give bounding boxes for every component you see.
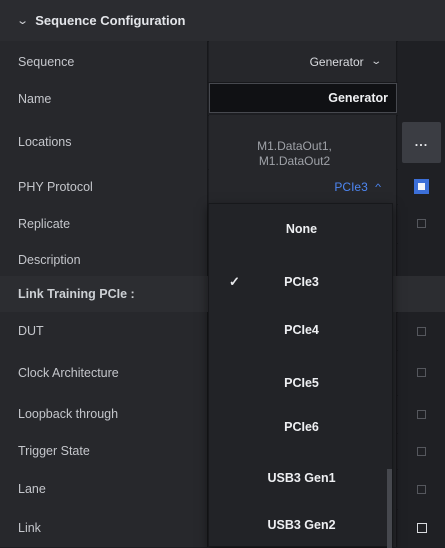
dropdown-option-usb3-gen2[interactable]: USB3 Gen2 [209,510,394,540]
link-extra-cell [398,509,445,547]
dropdown-option-pcie6[interactable]: PCIe6 [209,412,394,442]
phy-protocol-label: PHY Protocol [0,169,208,204]
trigger-state-extra-cell [398,433,445,469]
sequence-label: Sequence [0,41,208,82]
phy-protocol-dropdown: None ✓ PCIe3 PCIe4 PCIe5 PCIe6 USB3 Gen1… [208,203,394,548]
phy-protocol-select[interactable]: PCIe3 ^ [209,169,397,204]
dropdown-option-pcie4[interactable]: PCIe4 [209,315,394,345]
chevron-down-icon: ⌄ [16,15,30,27]
name-label: Name [0,82,208,115]
description-label: Description [0,243,208,276]
clock-architecture-extra-cell [398,350,445,395]
phy-protocol-value: PCIe3 [334,179,368,194]
lane-label: Lane [0,469,208,509]
section-title: Sequence Configuration [35,13,186,28]
locations-value: M1.DataOut1, M1.DataOut2 [209,115,397,169]
chevron-down-icon: ⌄ [369,56,382,67]
trigger-state-label: Trigger State [0,433,208,469]
locations-extra-cell: ... [398,115,445,169]
locations-value-line2: M1.DataOut2 [258,154,331,168]
loopback-checkbox[interactable] [417,409,426,419]
lane-checkbox[interactable] [417,484,426,494]
phy-protocol-extra-cell [398,169,445,204]
dut-checkbox[interactable] [417,326,426,336]
clock-architecture-checkbox[interactable] [417,368,426,377]
name-row: Name [0,82,445,116]
toggle-indicator-icon [418,183,425,190]
locations-label: Locations [0,115,208,169]
locations-row: Locations M1.DataOut1, M1.DataOut2 ... [0,115,445,170]
lane-extra-cell [398,469,445,509]
dropdown-scrollbar[interactable] [387,469,392,548]
loopback-extra-cell [398,395,445,433]
dut-extra-cell [398,312,445,350]
trigger-state-checkbox[interactable] [417,446,426,456]
name-extra-cell [398,82,445,115]
link-label: Link [0,509,208,547]
dropdown-option-none[interactable]: None [209,214,394,244]
name-input[interactable] [209,83,397,113]
sequence-configuration-header[interactable]: ⌄ Sequence Configuration [0,0,445,42]
checkmark-icon: ✓ [229,274,240,289]
dropdown-option-pcie3[interactable]: ✓ PCIe3 [209,267,394,297]
dut-label: DUT [0,312,208,350]
sequence-row: Sequence Generator ⌄ [0,41,445,83]
sequence-select[interactable]: Generator ⌄ [209,41,397,82]
phy-protocol-row: PHY Protocol PCIe3 ^ [0,169,445,205]
link-checkbox[interactable] [416,523,427,533]
sequence-value: Generator [309,54,364,69]
chevron-up-icon: ^ [374,181,381,192]
replicate-label: Replicate [0,204,208,243]
replicate-extra-cell [398,204,445,243]
dropdown-option-usb3-gen1[interactable]: USB3 Gen1 [209,463,394,493]
loopback-label: Loopback through [0,395,208,433]
sequence-extra-cell [398,41,445,82]
browse-locations-button[interactable]: ... [402,121,441,163]
dropdown-option-pcie5[interactable]: PCIe5 [209,368,394,398]
description-extra-cell [398,243,445,276]
clock-architecture-label: Clock Architecture [0,350,208,395]
locations-value-line1: M1.DataOut1, [257,139,332,153]
replicate-checkbox[interactable] [417,219,426,228]
dropdown-option-label: PCIe3 [284,275,319,289]
phy-protocol-toggle[interactable] [414,179,429,194]
